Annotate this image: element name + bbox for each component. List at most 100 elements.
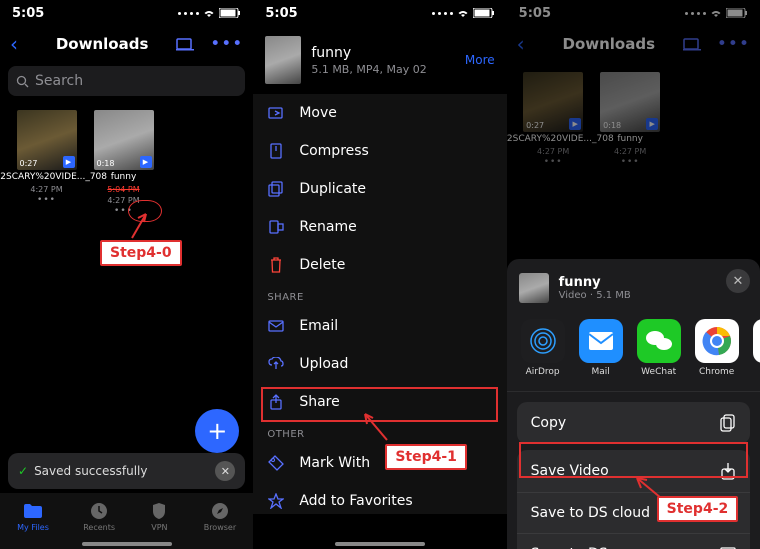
mail-icon bbox=[579, 319, 623, 363]
tab-vpn[interactable]: VPN bbox=[149, 502, 169, 532]
file-menu-icon[interactable]: ••• bbox=[621, 157, 640, 167]
page-title: Downloads bbox=[535, 35, 683, 53]
rename-icon bbox=[267, 218, 285, 236]
file-menu-icon[interactable]: ••• bbox=[544, 157, 563, 167]
close-icon[interactable]: ✕ bbox=[215, 461, 235, 481]
phone-downloads: 5:05 ‹ Downloads ••• Search 0:27 ▶ %22SC… bbox=[0, 0, 253, 549]
share-wechat[interactable]: WeChat bbox=[637, 319, 681, 377]
tab-recents[interactable]: Recents bbox=[83, 502, 115, 532]
annotation-arrow bbox=[126, 210, 150, 244]
menu-email[interactable]: Email bbox=[253, 307, 506, 345]
toast-message: Saved successfully bbox=[34, 464, 147, 478]
status-bar: 5:05 bbox=[507, 0, 760, 26]
email-icon bbox=[267, 317, 285, 335]
menu-delete[interactable]: Delete bbox=[253, 246, 506, 284]
search-icon bbox=[16, 75, 29, 88]
status-time: 5:05 bbox=[265, 6, 297, 21]
menu-upload[interactable]: Upload bbox=[253, 345, 506, 383]
file-item[interactable]: 0:27▶ %22SCARY%20VIDE..._708 4:27 PM ••• bbox=[521, 72, 586, 167]
menu-compress[interactable]: Compress bbox=[253, 132, 506, 170]
thumbnail: 0:18▶ bbox=[600, 72, 660, 132]
share-more[interactable] bbox=[753, 319, 760, 377]
app-icon bbox=[753, 319, 760, 363]
file-grid: 0:27▶ %22SCARY%20VIDE..._708 4:27 PM •••… bbox=[507, 62, 760, 177]
menu-favorites[interactable]: Add to Favorites bbox=[253, 482, 506, 520]
step-label: Step4-2 bbox=[657, 496, 739, 522]
step-label: Step4-0 bbox=[100, 240, 182, 266]
action-copy[interactable]: Copy bbox=[517, 402, 750, 444]
navbar: ‹ Downloads ••• bbox=[0, 26, 253, 62]
sheet-header: funny 5.1 MB, MP4, May 02 More bbox=[253, 26, 506, 94]
thumbnail bbox=[519, 273, 549, 303]
check-icon: ✓ bbox=[18, 464, 28, 478]
status-indicators bbox=[685, 8, 748, 18]
play-icon: ▶ bbox=[646, 118, 658, 130]
menu-move[interactable]: Move bbox=[253, 94, 506, 132]
battery-icon bbox=[473, 8, 495, 18]
status-indicators bbox=[432, 8, 495, 18]
section-header: SHARE bbox=[253, 284, 506, 307]
tab-myfiles[interactable]: My Files bbox=[17, 502, 49, 532]
home-indicator[interactable] bbox=[82, 542, 172, 546]
share-chrome[interactable]: Chrome bbox=[695, 319, 739, 377]
wifi-icon bbox=[709, 8, 723, 18]
file-time: 5:04 PM bbox=[107, 185, 139, 194]
tab-browser[interactable]: Browser bbox=[204, 502, 236, 532]
search-bar[interactable]: Search bbox=[8, 66, 245, 96]
file-item[interactable]: 0:27 ▶ %22SCARY%20VIDE..._708 4:27 PM ••… bbox=[14, 110, 79, 216]
play-icon: ▶ bbox=[140, 156, 152, 168]
battery-icon bbox=[219, 8, 241, 18]
share-apps: AirDrop Mail WeChat Chrome bbox=[507, 313, 760, 392]
file-title: funny bbox=[559, 275, 631, 290]
annotation-arrow bbox=[355, 408, 395, 448]
upload-icon bbox=[267, 355, 285, 373]
file-time: 4:27 PM bbox=[30, 185, 62, 194]
wechat-icon bbox=[637, 319, 681, 363]
menu-mark-with[interactable]: Mark With bbox=[253, 444, 506, 482]
thumbnail: 0:27 ▶ bbox=[17, 110, 77, 170]
folder-icon bbox=[23, 502, 43, 520]
search-placeholder: Search bbox=[35, 73, 83, 89]
device-icon[interactable] bbox=[176, 38, 194, 51]
back-icon[interactable]: ‹ bbox=[10, 32, 18, 56]
file-item[interactable]: 0:18▶ funny 4:27 PM ••• bbox=[598, 72, 663, 167]
toast: ✓ Saved successfully ✕ bbox=[8, 453, 245, 489]
phone-context-menu: 5:05 funny 5.1 MB, MP4, May 02 More Move… bbox=[253, 0, 506, 549]
play-icon: ▶ bbox=[63, 156, 75, 168]
status-indicators bbox=[178, 8, 241, 18]
device-icon[interactable] bbox=[683, 38, 701, 51]
play-icon: ▶ bbox=[569, 118, 581, 130]
status-bar: 5:05 bbox=[0, 0, 253, 26]
status-time: 5:05 bbox=[12, 6, 44, 21]
home-indicator[interactable] bbox=[335, 542, 425, 546]
navbar: ‹ Downloads ••• bbox=[507, 26, 760, 62]
clock-icon bbox=[89, 502, 109, 520]
compass-icon bbox=[210, 502, 230, 520]
more-link[interactable]: More bbox=[465, 53, 495, 67]
file-subtitle: Video · 5.1 MB bbox=[559, 290, 631, 301]
thumbnail bbox=[265, 36, 301, 84]
tab-bar: My Files Recents VPN Browser bbox=[0, 493, 253, 549]
add-button[interactable]: + bbox=[195, 409, 239, 453]
shield-icon bbox=[149, 502, 169, 520]
file-title: funny bbox=[311, 45, 426, 61]
file-grid: 0:27 ▶ %22SCARY%20VIDE..._708 4:27 PM ••… bbox=[0, 100, 253, 226]
page-title: Downloads bbox=[28, 35, 176, 53]
back-icon[interactable]: ‹ bbox=[517, 32, 525, 56]
action-save-ds[interactable]: Save to DS bbox=[517, 533, 750, 549]
battery-icon bbox=[726, 8, 748, 18]
more-icon[interactable]: ••• bbox=[210, 34, 243, 54]
duration-label: 0:18 bbox=[97, 159, 115, 168]
menu-list: Move Compress Duplicate Rename Delete SH… bbox=[253, 94, 506, 514]
close-icon[interactable]: ✕ bbox=[726, 269, 750, 293]
trash-icon bbox=[267, 256, 285, 274]
share-mail[interactable]: Mail bbox=[579, 319, 623, 377]
file-menu-icon[interactable]: ••• bbox=[37, 195, 56, 205]
duration-label: 0:27 bbox=[20, 159, 38, 168]
share-airdrop[interactable]: AirDrop bbox=[521, 319, 565, 377]
thumbnail: 0:27▶ bbox=[523, 72, 583, 132]
more-icon[interactable]: ••• bbox=[717, 34, 750, 54]
sheet-header: funny Video · 5.1 MB bbox=[507, 269, 760, 313]
menu-rename[interactable]: Rename bbox=[253, 208, 506, 246]
menu-duplicate[interactable]: Duplicate bbox=[253, 170, 506, 208]
